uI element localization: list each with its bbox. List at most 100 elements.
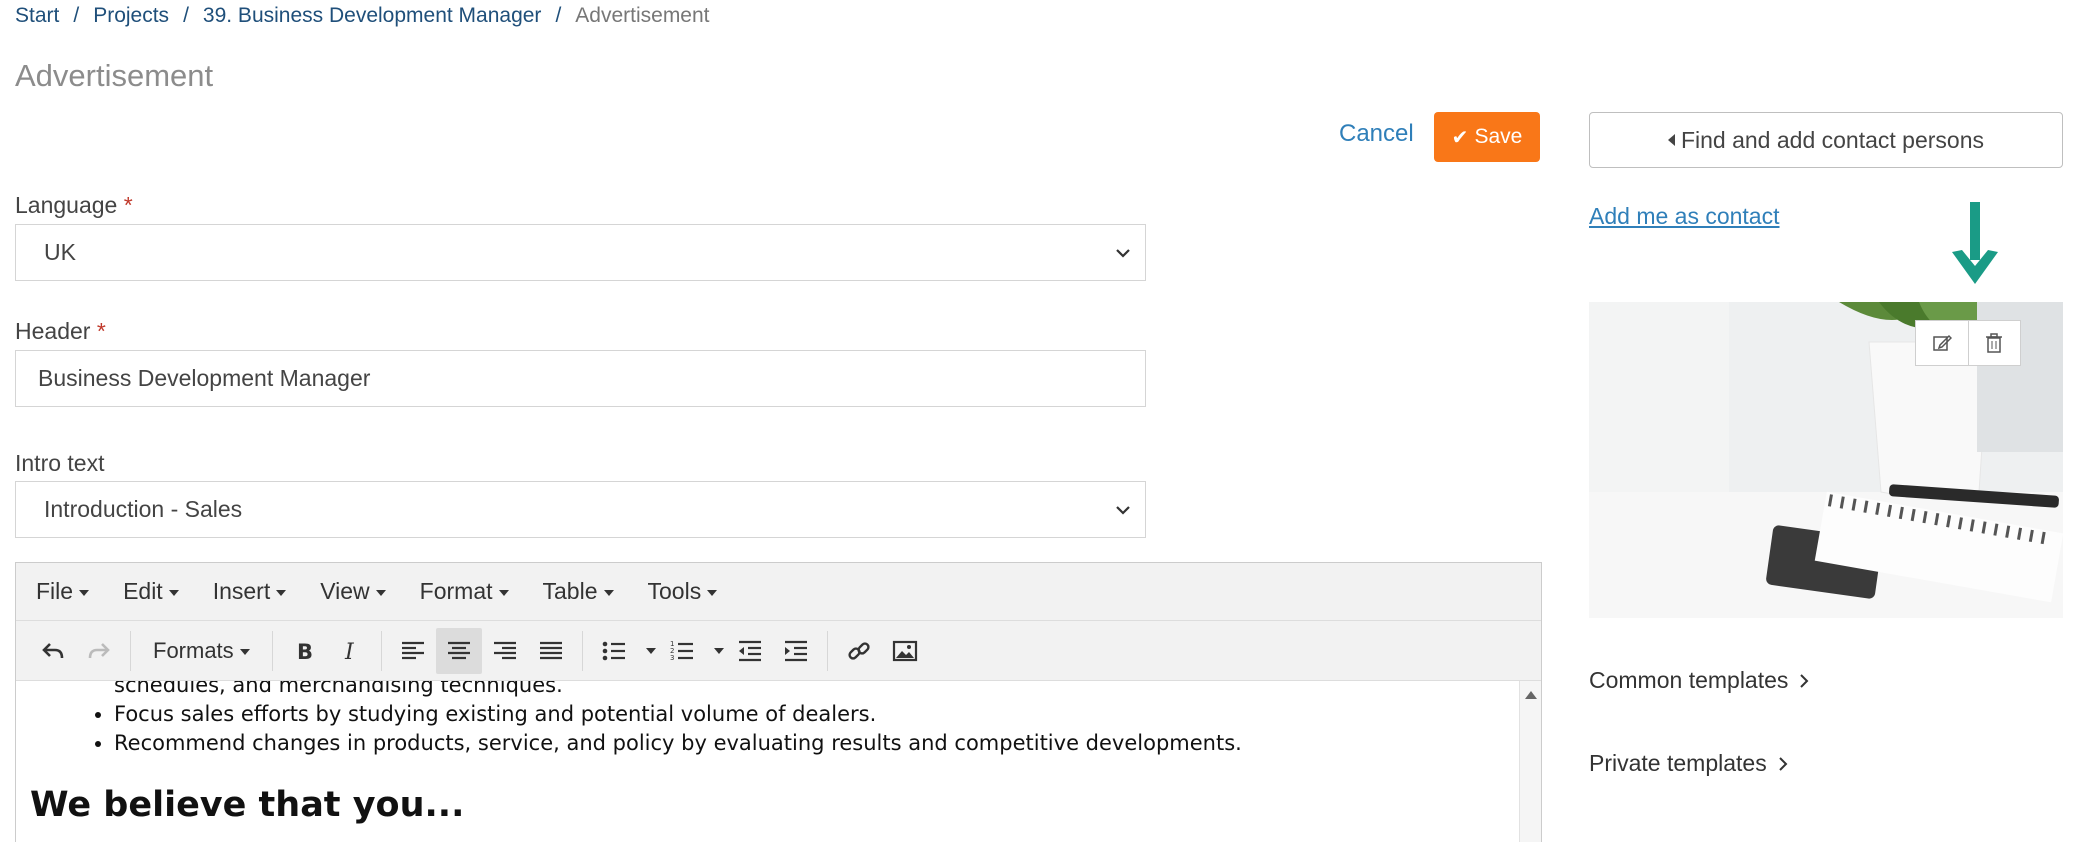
save-button[interactable]: ✔ Save [1434, 112, 1540, 162]
cancel-button[interactable]: Cancel [1339, 120, 1414, 148]
header-value: Business Development Manager [38, 365, 371, 391]
required-mark: * [123, 192, 133, 218]
common-templates-link[interactable]: Common templates [1589, 667, 1810, 694]
align-right-button[interactable] [482, 628, 528, 674]
caret-left-icon [1667, 134, 1675, 146]
formats-dropdown[interactable]: Formats [139, 638, 264, 664]
breadcrumb-current: Advertisement [575, 4, 710, 27]
breadcrumb-start[interactable]: Start [15, 4, 59, 28]
caret-down-icon [375, 589, 386, 596]
header-input[interactable]: Business Development Manager [15, 350, 1146, 407]
numbered-list-options[interactable] [705, 628, 727, 674]
menu-label: Insert [212, 578, 271, 604]
find-contacts-label: Find and add contact persons [1680, 126, 1985, 153]
align-left-button[interactable] [390, 628, 436, 674]
intro-label-text: Intro text [15, 450, 105, 476]
menu-insert[interactable]: Insert [213, 578, 287, 605]
list-item: Focus sales efforts by studying existing… [114, 700, 1242, 729]
content-heading: We believe that you... [30, 785, 465, 825]
breadcrumb-projects[interactable]: Projects [93, 4, 169, 28]
language-label: Language * [15, 192, 133, 219]
undo-icon [42, 642, 64, 658]
caret-down-icon [498, 589, 509, 596]
menu-tools[interactable]: Tools [648, 578, 718, 605]
menu-label: File [36, 578, 74, 604]
intro-select[interactable]: Introduction - Sales [15, 481, 1146, 538]
edit-icon [1933, 334, 1952, 351]
caret-down-icon [239, 648, 250, 655]
outdent-icon [738, 640, 761, 661]
breadcrumb-separator: / [555, 4, 562, 27]
menu-view[interactable]: View [320, 578, 386, 605]
toolbar-divider [130, 630, 131, 671]
link-button[interactable] [836, 628, 882, 674]
toolbar-divider [271, 630, 273, 671]
chevron-down-icon [1116, 505, 1130, 515]
redo-button[interactable] [76, 628, 122, 674]
menu-label: Table [542, 578, 598, 604]
outdent-button[interactable] [727, 628, 773, 674]
bullet-list-options[interactable] [637, 628, 659, 674]
bold-button[interactable]: B [281, 628, 327, 674]
svg-text:3: 3 [670, 654, 674, 662]
align-center-button[interactable] [435, 627, 482, 674]
delete-image-button[interactable] [1967, 321, 2021, 365]
justify-button[interactable] [528, 628, 574, 674]
caret-down-icon [276, 589, 287, 596]
private-templates-link[interactable]: Private templates [1589, 750, 1789, 777]
language-value: UK [44, 239, 76, 265]
bullet-list: schedules, and merchandising techniques.… [96, 681, 1242, 758]
undo-button[interactable] [30, 628, 76, 674]
editor-scrollbar[interactable] [1519, 681, 1541, 842]
menu-table[interactable]: Table [543, 578, 614, 605]
intro-label: Intro text [15, 450, 104, 477]
trash-icon [1986, 333, 2003, 353]
common-templates-label: Common templates [1589, 667, 1789, 693]
breadcrumb-separator: / [73, 4, 80, 27]
header-label-text: Header [15, 318, 91, 344]
svg-text:B: B [297, 640, 313, 664]
scroll-up-icon[interactable] [1525, 691, 1537, 699]
caret-down-icon [707, 589, 718, 596]
align-left-icon [401, 641, 424, 659]
align-right-icon [493, 641, 516, 659]
menu-label: Edit [123, 578, 163, 604]
chevron-right-icon [1800, 673, 1809, 688]
find-contacts-button[interactable]: Find and add contact persons [1589, 112, 2063, 168]
bold-icon: B [297, 640, 313, 664]
bullet-list-icon [602, 641, 625, 660]
breadcrumb: Start / Projects / 39. Business Developm… [15, 4, 710, 28]
bullet-list-button[interactable] [591, 628, 637, 674]
link-icon [848, 641, 870, 660]
caret-down-icon [645, 647, 656, 654]
numbered-list-button[interactable]: 123 [659, 628, 705, 674]
language-select[interactable]: UK [15, 224, 1146, 281]
image-icon [892, 640, 917, 661]
header-label: Header * [15, 318, 106, 345]
intro-value: Introduction - Sales [44, 496, 243, 522]
editor-menubar: File Edit Insert View Format Table Tools [16, 563, 1541, 621]
arrow-down-icon [1952, 202, 1998, 284]
numbered-list-icon: 123 [670, 640, 693, 662]
toolbar-divider [826, 630, 828, 671]
menu-file[interactable]: File [36, 578, 90, 605]
editor-content[interactable]: schedules, and merchandising techniques.… [16, 681, 1541, 842]
redo-icon [88, 642, 110, 658]
required-mark: * [96, 318, 106, 344]
indent-button[interactable] [773, 628, 819, 674]
italic-button[interactable]: I [327, 628, 373, 674]
add-me-as-contact-link[interactable]: Add me as contact [1589, 203, 1780, 230]
indent-icon [784, 640, 807, 661]
formats-label: Formats [153, 637, 234, 663]
list-item: Recommend changes in products, service, … [114, 729, 1242, 758]
image-button[interactable] [882, 628, 928, 674]
svg-text:I: I [344, 640, 355, 664]
menu-format[interactable]: Format [420, 578, 509, 605]
rich-text-editor: File Edit Insert View Format Table Tools… [15, 562, 1542, 842]
menu-edit[interactable]: Edit [123, 578, 179, 605]
image-actions [1915, 320, 2021, 366]
edit-image-button[interactable] [1916, 321, 1968, 365]
justify-icon [539, 641, 562, 659]
breadcrumb-project[interactable]: 39. Business Development Manager [203, 4, 542, 28]
chevron-down-icon [1116, 248, 1130, 258]
